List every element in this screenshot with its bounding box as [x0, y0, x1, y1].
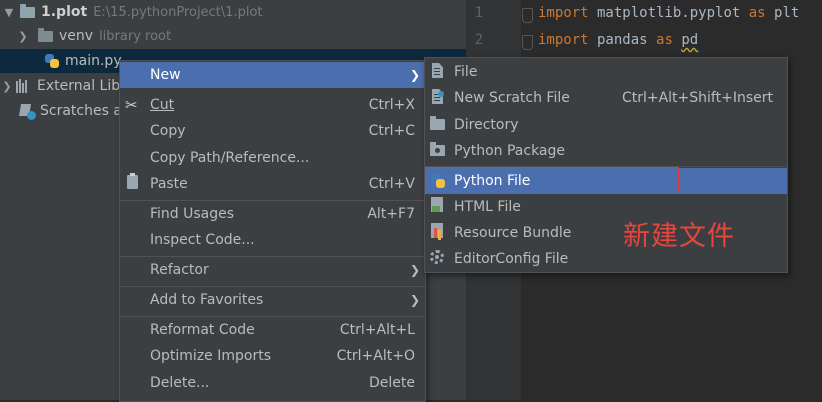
menu-item-paste[interactable]: Paste Ctrl+V	[120, 171, 425, 197]
submenu-item-label: Python Package	[454, 143, 566, 159]
menu-item-label: Refactor	[150, 262, 209, 278]
menu-item-label: Delete...	[150, 375, 210, 391]
menu-item-shortcut: Ctrl+Alt+L	[339, 322, 415, 338]
tree-file-name: main.py	[65, 53, 122, 69]
fold-marker-icon[interactable]	[522, 8, 533, 23]
menu-item-delete[interactable]: Delete... Delete	[120, 370, 425, 396]
menu-item-copy[interactable]: Copy Ctrl+C	[120, 118, 425, 144]
code-alias: pd	[681, 32, 699, 48]
menu-item-shortcut: Delete	[369, 375, 415, 391]
menu-item-label: Optimize Imports	[150, 348, 271, 364]
submenu-arrow-icon: ❯	[409, 263, 420, 277]
chevron-right-icon[interactable]: ❯	[0, 80, 14, 93]
menu-item-reformat-code[interactable]: Reformat Code Ctrl+Alt+L	[120, 317, 425, 343]
context-menu: New ❯ ✂ Cut Ctrl+X Copy Ctrl+C Copy Path…	[119, 60, 426, 402]
scissors-icon: ✂	[125, 96, 138, 114]
folder-icon	[20, 3, 35, 18]
clock-badge-icon	[438, 91, 444, 97]
menu-item-label: Add to Favorites	[150, 292, 264, 308]
resource-bundle-icon	[431, 223, 443, 238]
gear-icon	[430, 250, 444, 264]
menu-item-cut[interactable]: ✂ Cut Ctrl+X	[120, 92, 425, 118]
submenu-arrow-icon: ❯	[409, 293, 420, 307]
chevron-right-icon[interactable]: ❯	[16, 30, 30, 43]
package-icon	[430, 142, 445, 156]
menu-item-label: Copy Path/Reference...	[150, 150, 310, 166]
folder-icon	[430, 116, 445, 130]
menu-item-shortcut: Ctrl+Alt+O	[336, 348, 415, 364]
submenu-item-python-package[interactable]: Python Package	[425, 138, 787, 164]
menu-item-label: Paste	[150, 176, 188, 192]
menu-item-find-usages[interactable]: Find Usages Alt+F7	[120, 201, 425, 227]
menu-item-label: Copy	[150, 123, 186, 139]
code-line-2[interactable]: import pandas as pd	[538, 32, 698, 48]
menu-item-label: Find Usages	[150, 206, 235, 222]
submenu-item-shortcut: Ctrl+Alt+Shift+Insert	[621, 90, 773, 106]
folder-icon	[38, 27, 53, 42]
tree-row-venv[interactable]: ❯ venv library root	[0, 24, 466, 48]
file-icon	[432, 63, 443, 78]
python-file-icon	[44, 53, 60, 69]
submenu-item-label: HTML File	[454, 199, 521, 215]
code-keyword: as	[748, 5, 766, 21]
chevron-down-icon[interactable]: ▼	[2, 6, 16, 19]
tree-root-name: 1.plot	[41, 4, 88, 20]
submenu-item-label: File	[454, 64, 478, 80]
menu-item-copy-path[interactable]: Copy Path/Reference...	[120, 145, 425, 171]
line-number: 1	[474, 5, 483, 21]
code-keyword: import	[538, 5, 589, 21]
tree-root-path: E:\15.pythonProject\1.plot	[93, 4, 263, 20]
menu-item-label: Cut	[150, 97, 175, 113]
code-keyword: as	[656, 32, 673, 48]
submenu-item-file[interactable]: File	[425, 59, 787, 85]
menu-item-shortcut: Ctrl+V	[368, 176, 415, 192]
highlight-box	[425, 167, 679, 192]
submenu-item-label: New Scratch File	[454, 90, 570, 106]
menu-item-inspect-code[interactable]: Inspect Code...	[120, 227, 425, 253]
menu-item-optimize-imports[interactable]: Optimize Imports Ctrl+Alt+O	[120, 343, 425, 369]
submenu-item-directory[interactable]: Directory	[425, 112, 787, 138]
tree-venv-hint: library root	[99, 28, 172, 44]
submenu-arrow-icon: ❯	[409, 68, 420, 82]
code-module: matplotlib.pyplot	[588, 5, 749, 21]
scratches-icon	[20, 104, 36, 120]
code-module: pandas	[588, 32, 657, 48]
menu-item-label: Reformat Code	[150, 322, 255, 338]
library-icon	[16, 79, 32, 93]
submenu-item-label: Directory	[454, 117, 519, 133]
line-number: 2	[474, 32, 483, 48]
submenu-item-label: Resource Bundle	[454, 225, 572, 241]
menu-item-shortcut: Alt+F7	[367, 206, 415, 222]
menu-item-refactor[interactable]: Refactor ❯	[120, 257, 425, 283]
clipboard-icon	[127, 173, 138, 189]
annotation-text: 新建文件	[623, 221, 735, 252]
menu-item-add-to-favorites[interactable]: Add to Favorites ❯	[120, 287, 425, 313]
menu-item-shortcut: Ctrl+X	[368, 97, 415, 113]
fold-marker-icon[interactable]	[522, 35, 533, 50]
html-file-icon	[431, 197, 443, 212]
submenu-item-new-scratch[interactable]: New Scratch File Ctrl+Alt+Shift+Insert	[425, 85, 787, 111]
menu-item-label: New	[150, 67, 181, 83]
menu-item-label: Inspect Code...	[150, 232, 255, 248]
code-alias: plt	[765, 5, 800, 21]
menu-item-shortcut: Ctrl+C	[368, 123, 415, 139]
tree-venv-name: venv	[59, 28, 94, 44]
code-keyword: import	[538, 32, 589, 48]
code-line-1[interactable]: import matplotlib.pyplot as plt	[538, 5, 799, 21]
submenu-item-label: EditorConfig File	[454, 251, 569, 267]
menu-item-new[interactable]: New ❯	[120, 62, 425, 88]
tree-row-root[interactable]: ▼ 1.plot E:\15.pythonProject\1.plot	[0, 0, 466, 24]
